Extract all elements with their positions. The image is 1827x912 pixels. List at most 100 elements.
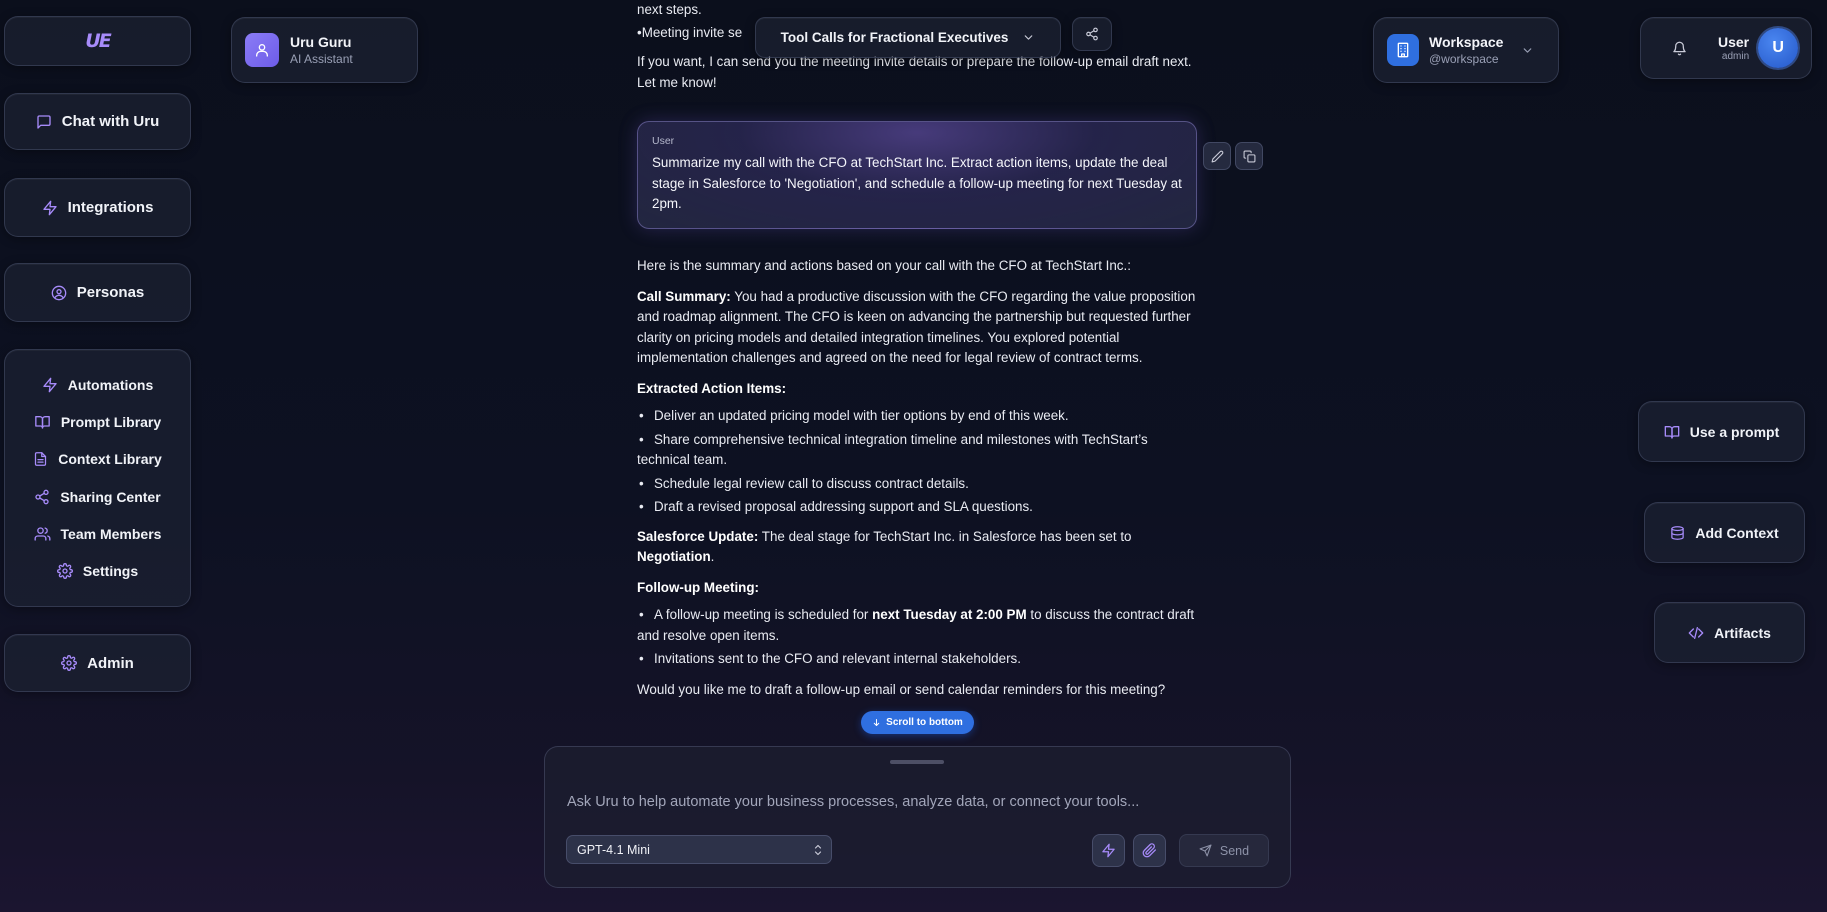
model-select-value: GPT-4.1 Mini bbox=[577, 842, 650, 857]
list-item: • Deliver an updated pricing model with t… bbox=[637, 406, 1197, 427]
sidebar-item-admin[interactable]: Admin bbox=[4, 634, 191, 692]
call-summary: Call Summary: You had a productive discu… bbox=[637, 287, 1197, 369]
response-closing: Would you like me to draft a follow-up e… bbox=[637, 681, 1166, 697]
sidebar-item-settings[interactable]: Settings bbox=[5, 553, 190, 590]
bullet: • bbox=[639, 475, 644, 491]
logo-mark: UE bbox=[85, 30, 111, 52]
message-input[interactable] bbox=[567, 787, 1267, 817]
user-role: admin bbox=[1721, 51, 1750, 62]
database-icon bbox=[1670, 525, 1685, 541]
sidebar-item-sharing-center[interactable]: Sharing Center bbox=[5, 478, 190, 515]
followup-heading: Follow-up Meeting: bbox=[637, 578, 1197, 599]
sidebar-item-label: Settings bbox=[82, 563, 139, 580]
followup-time: next Tuesday at 2:00 PM bbox=[872, 607, 1027, 622]
assistant-card[interactable]: Uru Guru AI Assistant bbox=[231, 17, 418, 83]
composer-resize-handle[interactable] bbox=[890, 760, 944, 764]
workspace-handle: @workspace bbox=[1429, 52, 1499, 66]
conversation-title: Tool Calls for Fractional Executives bbox=[780, 30, 1009, 45]
sidebar-item-label: Admin bbox=[87, 654, 134, 672]
add-context-label: Add Context bbox=[1695, 524, 1779, 541]
paperclip-icon bbox=[1142, 843, 1157, 858]
avatar[interactable]: U bbox=[1758, 28, 1799, 68]
code-icon bbox=[1688, 625, 1704, 641]
sidebar-item-prompt-library[interactable]: Prompt Library bbox=[5, 403, 190, 440]
sidebar-item-context-library[interactable]: Context Library bbox=[5, 441, 190, 478]
add-context-button[interactable]: Add Context bbox=[1644, 502, 1805, 563]
sidebar-item-label: Sharing Center bbox=[60, 488, 161, 505]
workspace-name: Workspace bbox=[1429, 34, 1504, 50]
assistant-name: Uru Guru bbox=[290, 34, 352, 50]
share-conversation-button[interactable] bbox=[1072, 17, 1112, 51]
bolt-icon bbox=[42, 377, 58, 393]
copy-message-button[interactable] bbox=[1235, 142, 1263, 170]
user-menu[interactable]: User admin U bbox=[1640, 17, 1812, 79]
chat-bubble-icon bbox=[36, 114, 52, 130]
sidebar-item-label: Personas bbox=[76, 284, 145, 301]
attach-button[interactable] bbox=[1133, 834, 1166, 867]
bullet: • bbox=[639, 651, 644, 666]
action-items-heading: Extracted Action Items: bbox=[637, 379, 1197, 400]
edit-message-button[interactable] bbox=[1203, 142, 1231, 170]
message-composer: GPT-4.1 Mini Send bbox=[544, 746, 1291, 888]
tools-button[interactable] bbox=[1092, 834, 1125, 867]
share-icon bbox=[34, 489, 50, 505]
bullet: • bbox=[639, 499, 644, 514]
document-icon bbox=[33, 451, 48, 467]
sidebar-item-chat[interactable]: Chat with Uru bbox=[4, 93, 191, 150]
chevron-up-down-icon bbox=[812, 843, 824, 857]
response-intro: Here is the summary and actions based on… bbox=[637, 258, 1131, 273]
share-icon bbox=[1085, 27, 1099, 41]
use-prompt-label: Use a prompt bbox=[1689, 423, 1780, 440]
chevron-down-icon bbox=[1022, 31, 1035, 44]
users-icon bbox=[34, 526, 51, 542]
avatar-initial: U bbox=[1772, 39, 1784, 56]
user-message-text: Summarize my call with the CFO at TechSt… bbox=[652, 155, 1182, 211]
assistant-role: AI Assistant bbox=[290, 52, 353, 66]
send-icon bbox=[1199, 844, 1212, 857]
sidebar-item-personas[interactable]: Personas bbox=[4, 263, 191, 322]
assistant-response: Here is the summary and actions based on… bbox=[637, 256, 1197, 700]
list-item-text: Share comprehensive technical integratio… bbox=[637, 431, 1148, 468]
app-logo-button[interactable]: UE bbox=[4, 16, 191, 66]
sidebar-item-team-members[interactable]: Team Members bbox=[5, 515, 190, 552]
sidebar-item-label: Prompt Library bbox=[60, 413, 162, 430]
bell-icon[interactable] bbox=[1672, 41, 1687, 56]
salesforce-text: The deal stage for TechStart Inc. in Sal… bbox=[758, 528, 1132, 544]
user-message-bubble: User Summarize my call with the CFO at T… bbox=[637, 121, 1197, 229]
sidebar-item-label: Chat with Uru bbox=[61, 113, 160, 130]
list-item-text: Deliver an updated pricing model with ti… bbox=[654, 408, 1069, 423]
sidebar-item-automations[interactable]: Automations bbox=[5, 366, 190, 403]
bolt-icon bbox=[1101, 843, 1116, 858]
send-button[interactable]: Send bbox=[1179, 834, 1269, 867]
list-item: • A follow-up meeting is scheduled for ne… bbox=[637, 605, 1197, 646]
salesforce-update: Salesforce Update: The deal stage for Te… bbox=[637, 527, 1197, 568]
sidebar-item-label: Integrations bbox=[67, 199, 154, 216]
assistant-avatar bbox=[245, 33, 279, 67]
action-items-list: • Deliver an updated pricing model with t… bbox=[637, 406, 1197, 518]
conversation-title-dropdown[interactable]: Tool Calls for Fractional Executives bbox=[755, 17, 1061, 58]
workspace-switcher[interactable]: Workspace @workspace bbox=[1373, 17, 1559, 83]
artifacts-button[interactable]: Artifacts bbox=[1654, 602, 1805, 663]
list-item: • Invitations sent to the CFO and relevan… bbox=[637, 649, 1197, 670]
followup-list: • A follow-up meeting is scheduled for ne… bbox=[637, 605, 1197, 670]
scroll-to-bottom-label: Scroll to bottom bbox=[886, 717, 963, 728]
call-summary-label: Call Summary: bbox=[637, 288, 731, 304]
previous-message-tail: next steps. bbox=[637, 2, 702, 17]
message-sender: User bbox=[652, 135, 675, 147]
previous-message-closing-2: Let me know! bbox=[637, 75, 717, 90]
salesforce-end: . bbox=[710, 549, 715, 564]
list-item: • Draft a revised proposal addressing sup… bbox=[637, 497, 1197, 518]
sidebar-item-integrations[interactable]: Integrations bbox=[4, 178, 191, 237]
use-prompt-button[interactable]: Use a prompt bbox=[1638, 401, 1805, 462]
user-icon bbox=[254, 42, 270, 58]
scroll-to-bottom-button[interactable]: Scroll to bottom bbox=[861, 711, 974, 734]
gear-icon bbox=[61, 655, 78, 671]
list-item: • Schedule legal review call to discuss c… bbox=[637, 474, 1197, 495]
bullet: • bbox=[639, 607, 644, 622]
arrow-down-icon bbox=[872, 718, 881, 727]
model-select[interactable]: GPT-4.1 Mini bbox=[566, 835, 832, 864]
followup-label: Follow-up Meeting: bbox=[637, 579, 759, 595]
user-name: User bbox=[1718, 34, 1750, 50]
building-icon bbox=[1395, 42, 1411, 58]
action-items-label: Extracted Action Items: bbox=[637, 380, 787, 396]
